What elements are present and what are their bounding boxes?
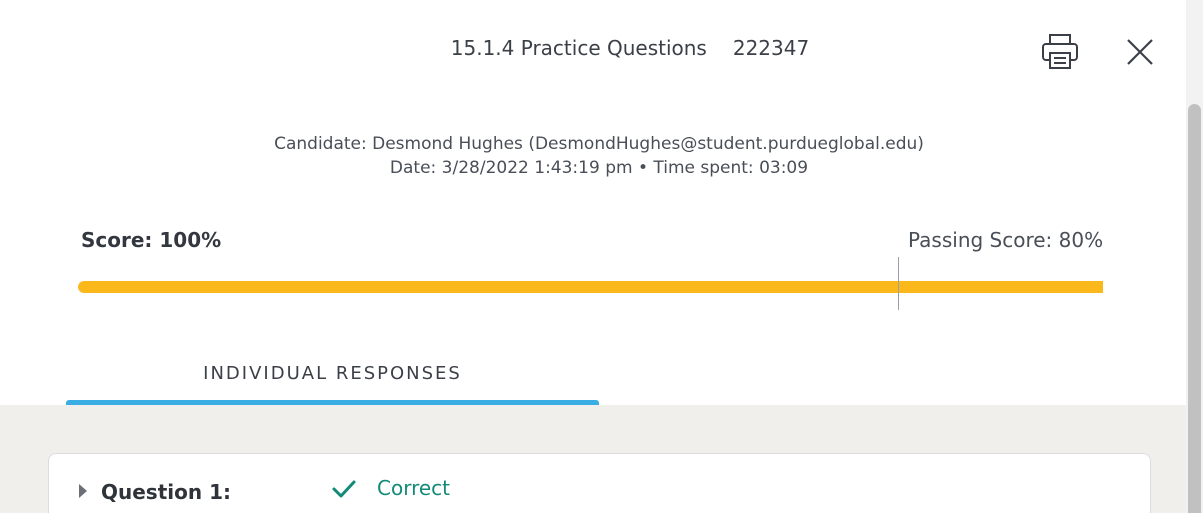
quiz-report-page: 15.1.4 Practice Questions 222347 Candidat… (0, 0, 1203, 513)
print-button[interactable] (1040, 32, 1080, 72)
scrollbar-thumb[interactable] (1188, 104, 1201, 513)
score-progress-fill (78, 281, 1103, 293)
score-label: Score: 100% (81, 228, 222, 252)
candidate-name-email: Candidate: Desmond Hughes (DesmondHughes… (274, 134, 924, 154)
passing-score-marker (898, 257, 899, 310)
quiz-title: 15.1.4 Practice Questions (450, 36, 707, 60)
checkmark-icon (332, 480, 356, 498)
passing-score-label: Passing Score: 80% (908, 228, 1104, 252)
close-button[interactable] (1124, 36, 1156, 68)
question-status: Correct (377, 476, 450, 500)
score-progress-bar (78, 281, 1103, 293)
report-header: 15.1.4 Practice Questions 222347 (0, 36, 1203, 60)
caret-right-icon[interactable] (77, 482, 89, 500)
close-icon (1127, 39, 1153, 65)
printer-icon (1042, 34, 1078, 69)
quiz-id: 222347 (732, 36, 810, 60)
tab-individual-responses[interactable]: INDIVIDUAL RESPONSES (66, 350, 599, 406)
question-card: Question 1: Correct (48, 453, 1151, 513)
responses-panel: Question 1: Correct (0, 405, 1186, 513)
scrollbar[interactable] (1186, 0, 1203, 513)
question-label[interactable]: Question 1: (101, 480, 231, 504)
tab-label: INDIVIDUAL RESPONSES (203, 363, 462, 384)
candidate-info: Candidate: Desmond Hughes (DesmondHughes… (0, 132, 1198, 180)
attempt-date-time: Date: 3/28/2022 1:43:19 pm • Time spent:… (389, 158, 809, 178)
